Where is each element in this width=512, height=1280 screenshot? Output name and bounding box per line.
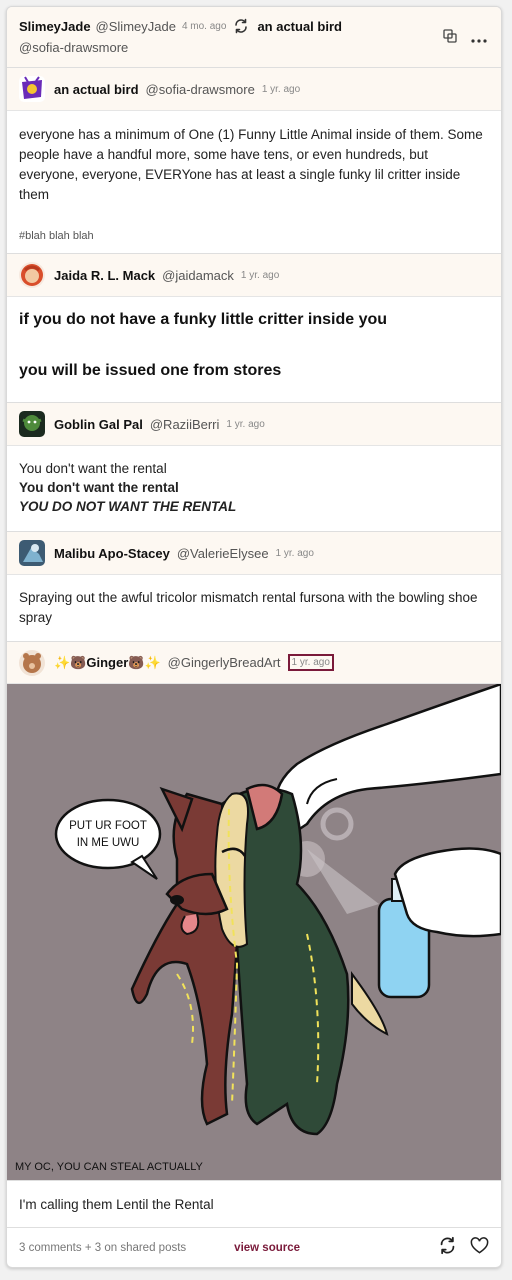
author-name[interactable]: ✨🐻Ginger🐻✨ bbox=[54, 655, 161, 671]
avatar[interactable] bbox=[19, 411, 45, 437]
post-text: Spraying out the awful tricolor mismatch… bbox=[19, 590, 478, 625]
post-footer: 3 comments + 3 on shared posts view sour… bbox=[7, 1228, 501, 1267]
post-time[interactable]: 1 yr. ago bbox=[287, 654, 334, 671]
copy-icon[interactable] bbox=[443, 29, 457, 48]
post-header-sofia: an actual bird @sofia-drawsmore 1 yr. ag… bbox=[7, 68, 501, 111]
post-header: SlimeyJade @SlimeyJade 4 mo. ago an actu… bbox=[7, 7, 501, 68]
post-header-jaida: Jaida R. L. Mack @jaidamack 1 yr. ago bbox=[7, 254, 501, 297]
post-header-malibu: Malibu Apo-Stacey @ValerieElysee 1 yr. a… bbox=[7, 532, 501, 575]
author-handle[interactable]: @sofia-drawsmore bbox=[146, 82, 255, 97]
post-body: Spraying out the awful tricolor mismatch… bbox=[7, 575, 501, 642]
comic-illustration: PUT UR FOOT IN ME UWU MY OC, YOU CAN STE… bbox=[15, 684, 501, 1173]
reblogged-from-name[interactable]: an actual bird bbox=[257, 19, 342, 34]
post-time[interactable]: 1 yr. ago bbox=[226, 419, 264, 430]
speech-bubble-line: PUT UR FOOT bbox=[69, 820, 147, 832]
reblogger-handle[interactable]: @SlimeyJade bbox=[96, 19, 176, 34]
reblog-icon[interactable] bbox=[438, 1236, 457, 1260]
post-body: You don't want the rental You don't want… bbox=[7, 446, 501, 532]
post-time[interactable]: 1 yr. ago bbox=[262, 84, 300, 95]
author-name[interactable]: Jaida R. L. Mack bbox=[54, 268, 155, 283]
reblog-icon bbox=[233, 18, 249, 34]
post-header-goblin: Goblin Gal Pal @RaziiBerri 1 yr. ago bbox=[7, 403, 501, 446]
post-body: if you do not have a funky little critte… bbox=[7, 297, 501, 403]
post-text: I'm calling them Lentil the Rental bbox=[19, 1197, 214, 1212]
comic-caption: MY OC, YOU CAN STEAL ACTUALLY bbox=[15, 1161, 204, 1173]
post-text-line: YOU DO NOT WANT THE RENTAL bbox=[19, 499, 237, 514]
post-tag[interactable]: #blah blah blah bbox=[19, 230, 489, 242]
reblog-time[interactable]: 4 mo. ago bbox=[182, 21, 226, 32]
post-text-line: you will be issued one from stores bbox=[19, 362, 282, 379]
post-body: I'm calling them Lentil the Rental bbox=[7, 1180, 501, 1228]
author-handle[interactable]: @RaziiBerri bbox=[150, 417, 220, 432]
author-name[interactable]: Malibu Apo-Stacey bbox=[54, 546, 170, 561]
avatar[interactable] bbox=[19, 649, 45, 676]
reblogger-name[interactable]: SlimeyJade bbox=[19, 19, 91, 34]
post-text-line: You don't want the rental bbox=[19, 480, 179, 495]
post-time[interactable]: 1 yr. ago bbox=[241, 270, 279, 281]
post-header-ginger: ✨🐻Ginger🐻✨ @GingerlyBreadArt 1 yr. ago bbox=[7, 642, 501, 684]
avatar[interactable] bbox=[19, 76, 45, 102]
post-text-line: You don't want the rental bbox=[19, 461, 167, 476]
view-source-link[interactable]: view source bbox=[234, 1242, 300, 1254]
author-name[interactable]: Goblin Gal Pal bbox=[54, 417, 143, 432]
post-time[interactable]: 1 yr. ago bbox=[276, 548, 314, 559]
reblogged-from-handle[interactable]: @sofia-drawsmore bbox=[19, 40, 489, 55]
post-card: SlimeyJade @SlimeyJade 4 mo. ago an actu… bbox=[6, 6, 502, 1268]
post-body: everyone has a minimum of One (1) Funny … bbox=[7, 111, 501, 254]
notes-count[interactable]: 3 comments + 3 on shared posts bbox=[19, 1242, 186, 1254]
avatar[interactable] bbox=[19, 540, 45, 566]
like-heart-icon[interactable] bbox=[470, 1236, 489, 1260]
speech-bubble-line: IN ME UWU bbox=[77, 837, 140, 849]
post-text-line: if you do not have a funky little critte… bbox=[19, 311, 388, 328]
comic-image[interactable]: PUT UR FOOT IN ME UWU MY OC, YOU CAN STE… bbox=[7, 684, 501, 1180]
post-text: everyone has a minimum of One (1) Funny … bbox=[19, 127, 483, 202]
author-handle[interactable]: @ValerieElysee bbox=[177, 546, 269, 561]
author-name[interactable]: an actual bird bbox=[54, 82, 139, 97]
more-menu-icon[interactable] bbox=[471, 30, 487, 48]
avatar[interactable] bbox=[19, 262, 45, 288]
author-handle[interactable]: @GingerlyBreadArt bbox=[168, 655, 281, 670]
author-handle[interactable]: @jaidamack bbox=[162, 268, 234, 283]
